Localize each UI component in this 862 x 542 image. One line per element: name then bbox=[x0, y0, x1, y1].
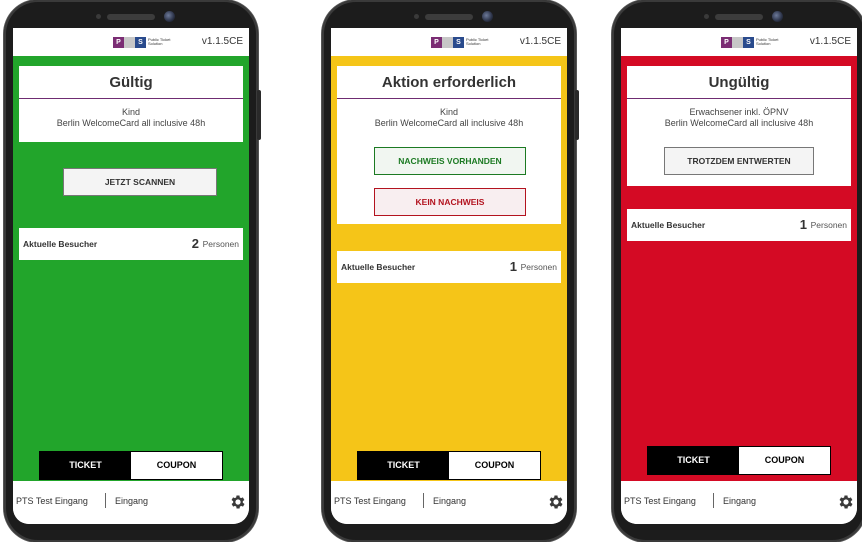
logo-box-p: P bbox=[721, 36, 732, 48]
tab-ticket[interactable]: TICKET bbox=[358, 452, 449, 479]
logo-box-t bbox=[442, 36, 453, 48]
phone-sensor bbox=[704, 14, 709, 19]
status-card: Aktion erforderlich Kind Berlin WelcomeC… bbox=[337, 66, 561, 224]
ticket-category: Kind bbox=[439, 107, 458, 117]
phone-side-button bbox=[257, 90, 261, 140]
ticket-product: Berlin WelcomeCard all inclusive 48h bbox=[56, 118, 206, 128]
current-visitors-panel: Aktuelle Besucher 1 Personen bbox=[337, 251, 561, 283]
logo-box-t bbox=[124, 36, 135, 48]
visitors-label: Aktuelle Besucher bbox=[341, 262, 416, 272]
logo-box-s: S bbox=[453, 36, 464, 48]
ticket-info: Kind Berlin WelcomeCard all inclusive 48… bbox=[19, 99, 243, 129]
tab-coupon[interactable]: COUPON bbox=[739, 447, 830, 474]
location-type: Eingang bbox=[433, 496, 467, 506]
phone-mockup-action-required: P S Public Ticket Solution v1.1.5CE Aktio… bbox=[322, 0, 579, 542]
location-divider bbox=[423, 493, 424, 508]
phone-speaker bbox=[107, 14, 155, 20]
logo-box-p: P bbox=[113, 36, 124, 48]
status-title: Aktion erforderlich bbox=[337, 66, 561, 99]
tab-ticket[interactable]: TICKET bbox=[648, 447, 739, 474]
validate-anyway-button[interactable]: TROTZDEM ENTWERTEN bbox=[664, 147, 814, 175]
logo-box-s: S bbox=[135, 36, 146, 48]
location-type: Eingang bbox=[115, 496, 149, 506]
visitors-unit: Personen bbox=[810, 220, 847, 230]
phone-camera bbox=[482, 11, 493, 22]
ticket-info: Erwachsener inkl. ÖPNV Berlin WelcomeCar… bbox=[627, 99, 851, 129]
current-visitors-panel: Aktuelle Besucher 2 Personen bbox=[19, 228, 243, 260]
ticket-product: Berlin WelcomeCard all inclusive 48h bbox=[374, 118, 524, 128]
status-card: Gültig Kind Berlin WelcomeCard all inclu… bbox=[19, 66, 243, 142]
scan-now-button[interactable]: JETZT SCANNEN bbox=[63, 168, 217, 196]
ticket-category: Erwachsener inkl. ÖPNV bbox=[689, 107, 789, 117]
gear-icon[interactable] bbox=[837, 493, 855, 511]
version-label: v1.1.5CE bbox=[809, 36, 851, 47]
tab-coupon[interactable]: COUPON bbox=[449, 452, 540, 479]
logo-box-t bbox=[732, 36, 743, 48]
status-title: Ungültig bbox=[627, 66, 851, 99]
tab-coupon[interactable]: COUPON bbox=[131, 452, 222, 479]
location-divider bbox=[713, 493, 714, 508]
phone-side-button bbox=[575, 90, 579, 140]
app-screen: P S Public Ticket Solution v1.1.5CE Gülti… bbox=[13, 28, 249, 524]
location-name: PTS Test Eingang bbox=[16, 496, 88, 506]
ticket-product: Berlin WelcomeCard all inclusive 48h bbox=[664, 118, 814, 128]
logo-text: Public Ticket Solution bbox=[466, 37, 489, 46]
bottom-bar: PTS Test Eingang Eingang bbox=[13, 481, 249, 524]
phone-mockup-invalid: P S Public Ticket Solution v1.1.5CE Ungül… bbox=[612, 0, 862, 542]
location-divider bbox=[105, 493, 106, 508]
no-proof-button[interactable]: KEIN NACHWEIS bbox=[374, 188, 526, 216]
status-title: Gültig bbox=[19, 66, 243, 99]
status-background-action-required: Aktion erforderlich Kind Berlin WelcomeC… bbox=[331, 56, 567, 481]
visitors-count: 2 bbox=[191, 236, 199, 251]
visitors-label: Aktuelle Besucher bbox=[631, 220, 706, 230]
pts-logo: P S Public Ticket Solution bbox=[113, 36, 172, 48]
logo-box-s: S bbox=[743, 36, 754, 48]
visitors-unit: Personen bbox=[520, 262, 557, 272]
app-screen: P S Public Ticket Solution v1.1.5CE Aktio… bbox=[331, 28, 567, 524]
phone-sensor bbox=[96, 14, 101, 19]
location-name: PTS Test Eingang bbox=[624, 496, 696, 506]
version-label: v1.1.5CE bbox=[201, 36, 243, 47]
ticket-info: Kind Berlin WelcomeCard all inclusive 48… bbox=[337, 99, 561, 129]
gear-icon[interactable] bbox=[229, 493, 247, 511]
current-visitors-panel: Aktuelle Besucher 1 Personen bbox=[627, 209, 851, 241]
top-bar: P S Public Ticket Solution v1.1.5CE bbox=[331, 28, 567, 56]
version-label: v1.1.5CE bbox=[519, 36, 561, 47]
ticket-category: Kind bbox=[121, 107, 140, 117]
phone-sensor bbox=[414, 14, 419, 19]
phone-speaker bbox=[715, 14, 763, 20]
phone-camera bbox=[164, 11, 175, 22]
visitors-label: Aktuelle Besucher bbox=[23, 239, 98, 249]
ticket-coupon-toggle: TICKET COUPON bbox=[647, 446, 831, 475]
logo-text: Public Ticket Solution bbox=[756, 37, 779, 46]
location-name: PTS Test Eingang bbox=[334, 496, 406, 506]
status-background-invalid: Ungültig Erwachsener inkl. ÖPNV Berlin W… bbox=[621, 56, 857, 481]
location-type: Eingang bbox=[723, 496, 757, 506]
logo-box-p: P bbox=[431, 36, 442, 48]
visitors-unit: Personen bbox=[202, 239, 239, 249]
bottom-bar: PTS Test Eingang Eingang bbox=[621, 481, 857, 524]
bottom-bar: PTS Test Eingang Eingang bbox=[331, 481, 567, 524]
pts-logo: P S Public Ticket Solution bbox=[431, 36, 490, 48]
proof-present-button[interactable]: NACHWEIS VORHANDEN bbox=[374, 147, 526, 175]
phone-speaker bbox=[425, 14, 473, 20]
top-bar: P S Public Ticket Solution v1.1.5CE bbox=[621, 28, 857, 56]
app-screen: P S Public Ticket Solution v1.1.5CE Ungül… bbox=[621, 28, 857, 524]
phone-camera bbox=[772, 11, 783, 22]
ticket-coupon-toggle: TICKET COUPON bbox=[357, 451, 541, 480]
status-card: Ungültig Erwachsener inkl. ÖPNV Berlin W… bbox=[627, 66, 851, 186]
visitors-count: 1 bbox=[509, 259, 517, 274]
top-bar: P S Public Ticket Solution v1.1.5CE bbox=[13, 28, 249, 56]
ticket-coupon-toggle: TICKET COUPON bbox=[39, 451, 223, 480]
visitors-count: 1 bbox=[799, 217, 807, 232]
gear-icon[interactable] bbox=[547, 493, 565, 511]
status-background-valid: Gültig Kind Berlin WelcomeCard all inclu… bbox=[13, 56, 249, 481]
logo-text: Public Ticket Solution bbox=[148, 37, 171, 46]
tab-ticket[interactable]: TICKET bbox=[40, 452, 131, 479]
phone-mockup-valid: P S Public Ticket Solution v1.1.5CE Gülti… bbox=[4, 0, 261, 542]
pts-logo: P S Public Ticket Solution bbox=[721, 36, 780, 48]
